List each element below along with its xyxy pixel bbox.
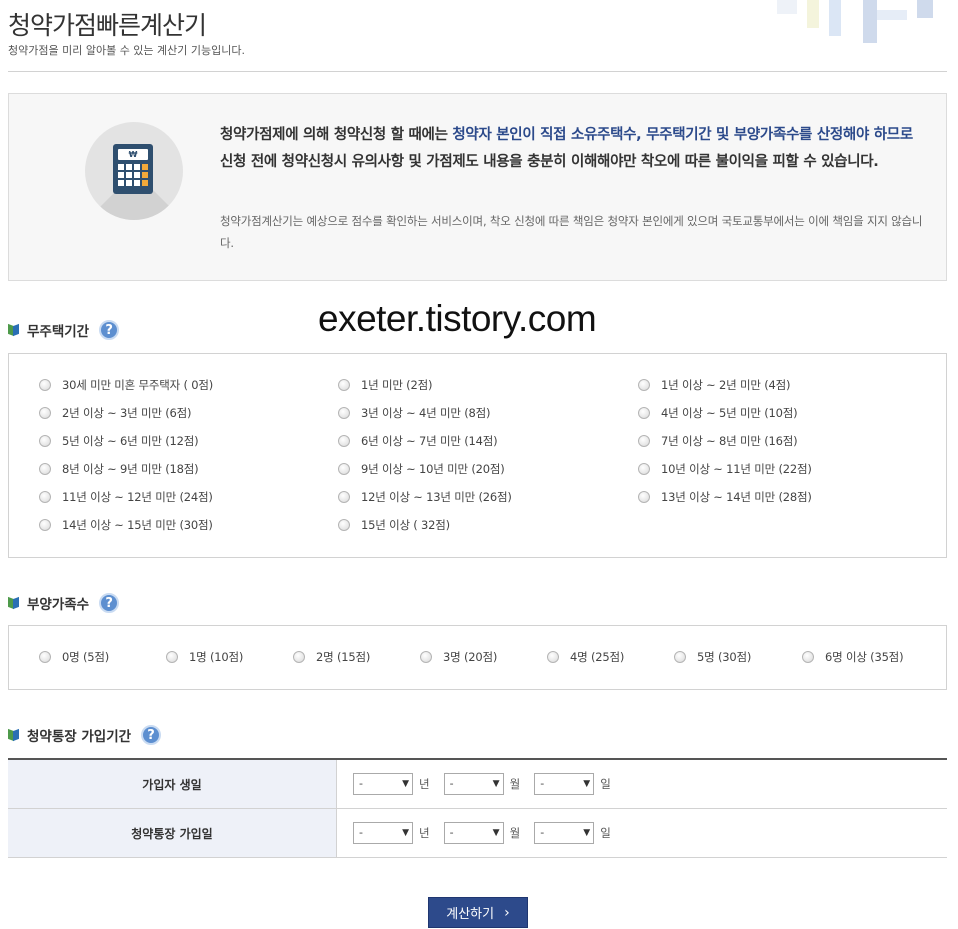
page-subtitle: 청약가점을 미리 알아볼 수 있는 계산기 기능입니다. — [8, 44, 245, 57]
dropdown-arrow-icon: ▼ — [492, 779, 500, 789]
radio-option[interactable]: 4년 이상 ~ 5년 미만 (10점) — [638, 403, 798, 423]
radio-option[interactable]: 30세 미만 미혼 무주택자 ( 0점) — [39, 375, 213, 395]
join-day-select[interactable]: - ▼ — [534, 822, 595, 844]
table-row: 청약통장 가입일 - ▼ 년 - ▼ 월 - ▼ 일 — [8, 809, 947, 858]
notice-highlight: 청약자 본인이 직접 소유주택수, 무주택기간 및 부양가족수를 산정해야 하므… — [452, 127, 913, 143]
radio-button[interactable] — [547, 651, 559, 663]
radio-button[interactable] — [638, 463, 650, 475]
radio-option[interactable]: 2명 (15점) — [293, 647, 370, 667]
page-header: 청약가점빠른계산기 청약가점을 미리 알아볼 수 있는 계산기 기능입니다. — [8, 0, 947, 72]
birth-year-select[interactable]: - ▼ — [353, 773, 413, 795]
header-decoration — [777, 0, 947, 44]
notice-main-text: 청약가점제에 의해 청약신청 할 때에는 청약자 본인이 직접 소유주택수, 무… — [220, 127, 913, 170]
section-bullet-icon — [8, 596, 20, 610]
radio-button[interactable] — [39, 463, 51, 475]
radio-button[interactable] — [39, 379, 51, 391]
radio-option[interactable]: 0명 (5점) — [39, 647, 109, 667]
radio-option[interactable]: 1명 (10점) — [166, 647, 243, 667]
dependents-options: 0명 (5점) 1명 (10점) 2명 (15점) 3명 (20점) 4명 (2… — [8, 625, 947, 690]
radio-option[interactable]: 10년 이상 ~ 11년 미만 (22점) — [638, 459, 812, 479]
radio-option[interactable]: 1년 이상 ~ 2년 미만 (4점) — [638, 375, 790, 395]
radio-button[interactable] — [638, 435, 650, 447]
radio-option[interactable]: 2년 이상 ~ 3년 미만 (6점) — [39, 403, 191, 423]
radio-option[interactable]: 6년 이상 ~ 7년 미만 (14점) — [338, 431, 498, 451]
radio-button[interactable] — [638, 407, 650, 419]
page-title: 청약가점빠른계산기 — [8, 11, 207, 40]
radio-button[interactable] — [39, 491, 51, 503]
dropdown-arrow-icon: ▼ — [402, 779, 409, 789]
radio-button[interactable] — [338, 435, 350, 447]
radio-option[interactable]: 11년 이상 ~ 12년 미만 (24점) — [39, 487, 213, 507]
radio-button[interactable] — [338, 407, 350, 419]
dropdown-arrow-icon: ▼ — [583, 828, 591, 838]
section-bullet-icon — [8, 323, 20, 337]
section-title-account-period: 청약통장 가입기간 ? — [8, 723, 162, 747]
dropdown-arrow-icon: ▼ — [583, 779, 591, 789]
section-title-dependents: 부양가족수 ? — [8, 591, 120, 615]
notice-box: ₩ 청약가점제에 의해 청약신청 할 때에는 청약자 본인이 직접 소유주택수,… — [8, 93, 947, 281]
radio-button[interactable] — [420, 651, 432, 663]
help-icon[interactable]: ? — [99, 593, 120, 613]
chevron-right-icon: › — [504, 904, 510, 921]
dropdown-arrow-icon: ▼ — [402, 828, 409, 838]
radio-option[interactable]: 3년 이상 ~ 4년 미만 (8점) — [338, 403, 490, 423]
radio-option[interactable]: 5년 이상 ~ 6년 미만 (12점) — [39, 431, 199, 451]
won-sign-icon: ₩ — [118, 149, 148, 160]
no-house-options: 30세 미만 미혼 무주택자 ( 0점) 1년 미만 (2점) 1년 이상 ~ … — [8, 353, 947, 558]
radio-button[interactable] — [293, 651, 305, 663]
join-month-select[interactable]: - ▼ — [443, 822, 504, 844]
radio-option[interactable]: 8년 이상 ~ 9년 미만 (18점) — [39, 459, 199, 479]
radio-button[interactable] — [338, 463, 350, 475]
radio-option[interactable]: 7년 이상 ~ 8년 미만 (16점) — [638, 431, 798, 451]
radio-button[interactable] — [39, 651, 51, 663]
radio-button[interactable] — [638, 379, 650, 391]
section-title-no-house: 무주택기간 ? — [8, 318, 120, 342]
help-icon[interactable]: ? — [99, 320, 120, 340]
radio-option[interactable]: 5명 (30점) — [674, 647, 751, 667]
radio-button[interactable] — [166, 651, 178, 663]
radio-button[interactable] — [39, 519, 51, 531]
radio-button[interactable] — [338, 379, 350, 391]
radio-button[interactable] — [674, 651, 686, 663]
table-row: 가입자 생일 - ▼ 년 - ▼ 월 - ▼ 일 — [8, 760, 947, 809]
calculate-button[interactable]: 계산하기 › — [428, 897, 528, 928]
radio-button[interactable] — [39, 407, 51, 419]
calculator-icon: ₩ — [85, 122, 183, 220]
birth-month-select[interactable]: - ▼ — [443, 773, 504, 795]
join-date-label: 청약통장 가입일 — [8, 809, 337, 857]
radio-button[interactable] — [638, 491, 650, 503]
radio-option[interactable]: 9년 이상 ~ 10년 미만 (20점) — [338, 459, 505, 479]
join-year-select[interactable]: - ▼ — [353, 822, 413, 844]
radio-button[interactable] — [338, 491, 350, 503]
watermark: exeter.tistory.com — [318, 298, 597, 339]
dropdown-arrow-icon: ▼ — [492, 828, 500, 838]
radio-option[interactable]: 15년 이상 ( 32점) — [338, 515, 450, 535]
radio-button[interactable] — [39, 435, 51, 447]
section-bullet-icon — [8, 728, 20, 742]
radio-option[interactable]: 1년 미만 (2점) — [338, 375, 432, 395]
radio-button[interactable] — [802, 651, 814, 663]
radio-option[interactable]: 12년 이상 ~ 13년 미만 (26점) — [338, 487, 512, 507]
notice-sub-text: 청약가점계산기는 예상으로 점수를 확인하는 서비스이며, 착오 신청에 따른 … — [220, 214, 923, 250]
radio-button[interactable] — [338, 519, 350, 531]
help-icon[interactable]: ? — [141, 725, 162, 745]
birthdate-label: 가입자 생일 — [8, 760, 337, 808]
birth-day-select[interactable]: - ▼ — [534, 773, 595, 795]
radio-option[interactable]: 14년 이상 ~ 15년 미만 (30점) — [39, 515, 213, 535]
radio-option[interactable]: 4명 (25점) — [547, 647, 624, 667]
radio-option[interactable]: 6명 이상 (35점) — [802, 647, 904, 667]
account-period-table: 가입자 생일 - ▼ 년 - ▼ 월 - ▼ 일 청약통장 가입일 - ▼ 년 - ▼ 월… — [8, 758, 947, 858]
radio-option[interactable]: 13년 이상 ~ 14년 미만 (28점) — [638, 487, 812, 507]
radio-option[interactable]: 3명 (20점) — [420, 647, 497, 667]
